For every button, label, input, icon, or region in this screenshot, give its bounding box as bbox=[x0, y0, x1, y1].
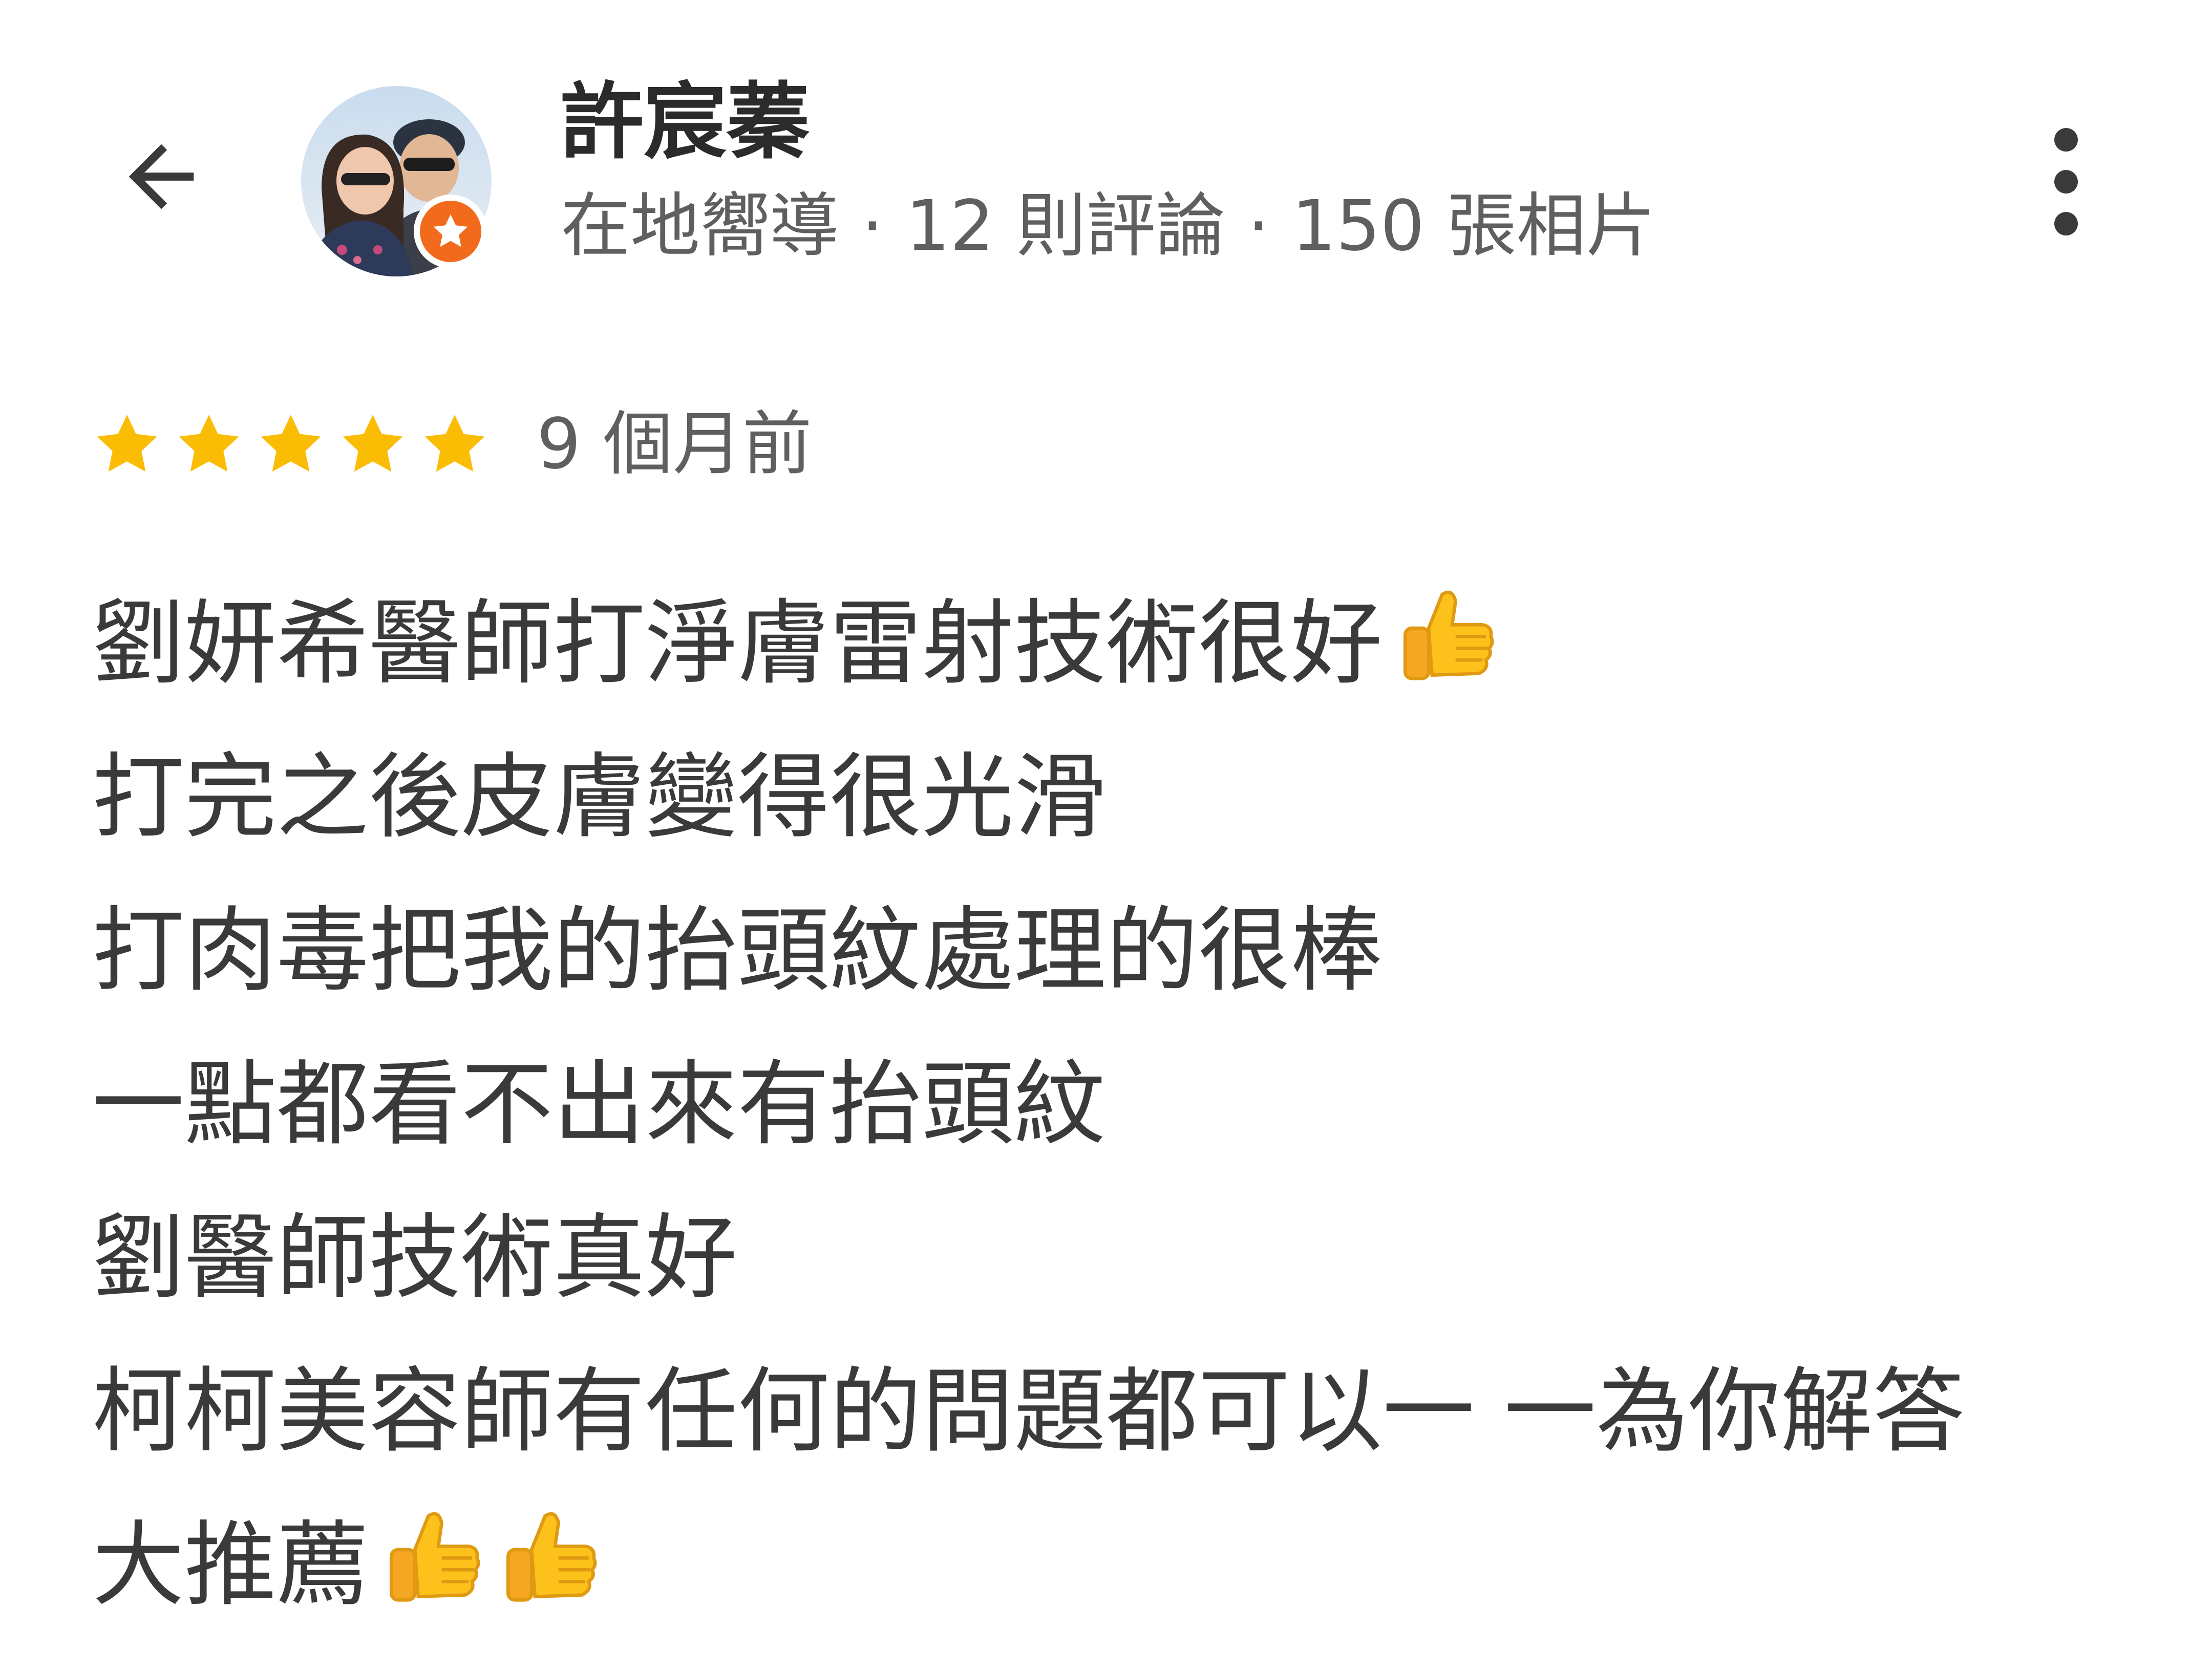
star-icon bbox=[343, 415, 403, 472]
review-line-text: 一點都看不出來有抬頭紋 bbox=[92, 1051, 1107, 1158]
review-line-text: 大推薦 bbox=[92, 1511, 369, 1619]
review-detail-screen: 許宸蓁 在地嚮導 · 12 則評論 · 150 張相片 9 個月前 劉妍希醫師打… bbox=[0, 0, 2212, 1671]
review-timestamp: 9 個月前 bbox=[537, 404, 812, 485]
user-name[interactable]: 許宸蓁 bbox=[561, 77, 810, 168]
arrow-left-icon bbox=[129, 144, 194, 209]
more-vert-dot bbox=[2054, 212, 2078, 235]
review-line: 一點都看不出來有抬頭紋 bbox=[92, 1019, 1965, 1172]
review-text: 劉妍希醫師打淨膚雷射技術很好 打完之後皮膚變得很光滑打肉毒把我的抬頭紋處理的很棒一… bbox=[92, 558, 1965, 1633]
review-line-text: 打完之後皮膚變得很光滑 bbox=[92, 743, 1107, 851]
review-line: 大推薦 bbox=[92, 1480, 1965, 1633]
more-vert-icon bbox=[2054, 128, 2078, 152]
local-guide-badge bbox=[414, 195, 487, 268]
star-rating bbox=[92, 410, 490, 479]
review-line: 打完之後皮膚變得很光滑 bbox=[92, 712, 1965, 865]
more-vert-dot bbox=[2054, 170, 2078, 194]
back-button[interactable] bbox=[102, 118, 220, 235]
review-line-text: 柯柯美容師有任何的問題都可以一 一為你解答 bbox=[92, 1358, 1965, 1465]
thumbs-up-emoji bbox=[1403, 590, 1494, 680]
review-line-text: 劉妍希醫師打淨膚雷射技術很好 bbox=[92, 590, 1383, 697]
rating-row: 9 個月前 bbox=[92, 410, 812, 479]
more-options-button[interactable] bbox=[2028, 123, 2104, 241]
user-meta: 在地嚮導 · 12 則評論 · 150 張相片 bbox=[561, 186, 1656, 267]
review-line-text: 打肉毒把我的抬頭紋處理的很棒 bbox=[92, 897, 1383, 1004]
review-line-text: 劉醫師技術真好 bbox=[92, 1204, 738, 1312]
review-line: 劉妍希醫師打淨膚雷射技術很好 bbox=[92, 558, 1965, 712]
thumbs-up-emoji bbox=[506, 1512, 597, 1602]
star-icon bbox=[261, 415, 321, 472]
thumbs-up-emoji bbox=[389, 1512, 480, 1602]
star-icon bbox=[97, 415, 157, 472]
review-line: 柯柯美容師有任何的問題都可以一 一為你解答 bbox=[92, 1326, 1965, 1480]
star-icon bbox=[179, 415, 239, 472]
review-line: 打肉毒把我的抬頭紋處理的很棒 bbox=[92, 865, 1965, 1019]
review-line: 劉醫師技術真好 bbox=[92, 1172, 1965, 1326]
star-icon bbox=[424, 415, 485, 472]
local-guide-star-icon bbox=[433, 214, 468, 247]
